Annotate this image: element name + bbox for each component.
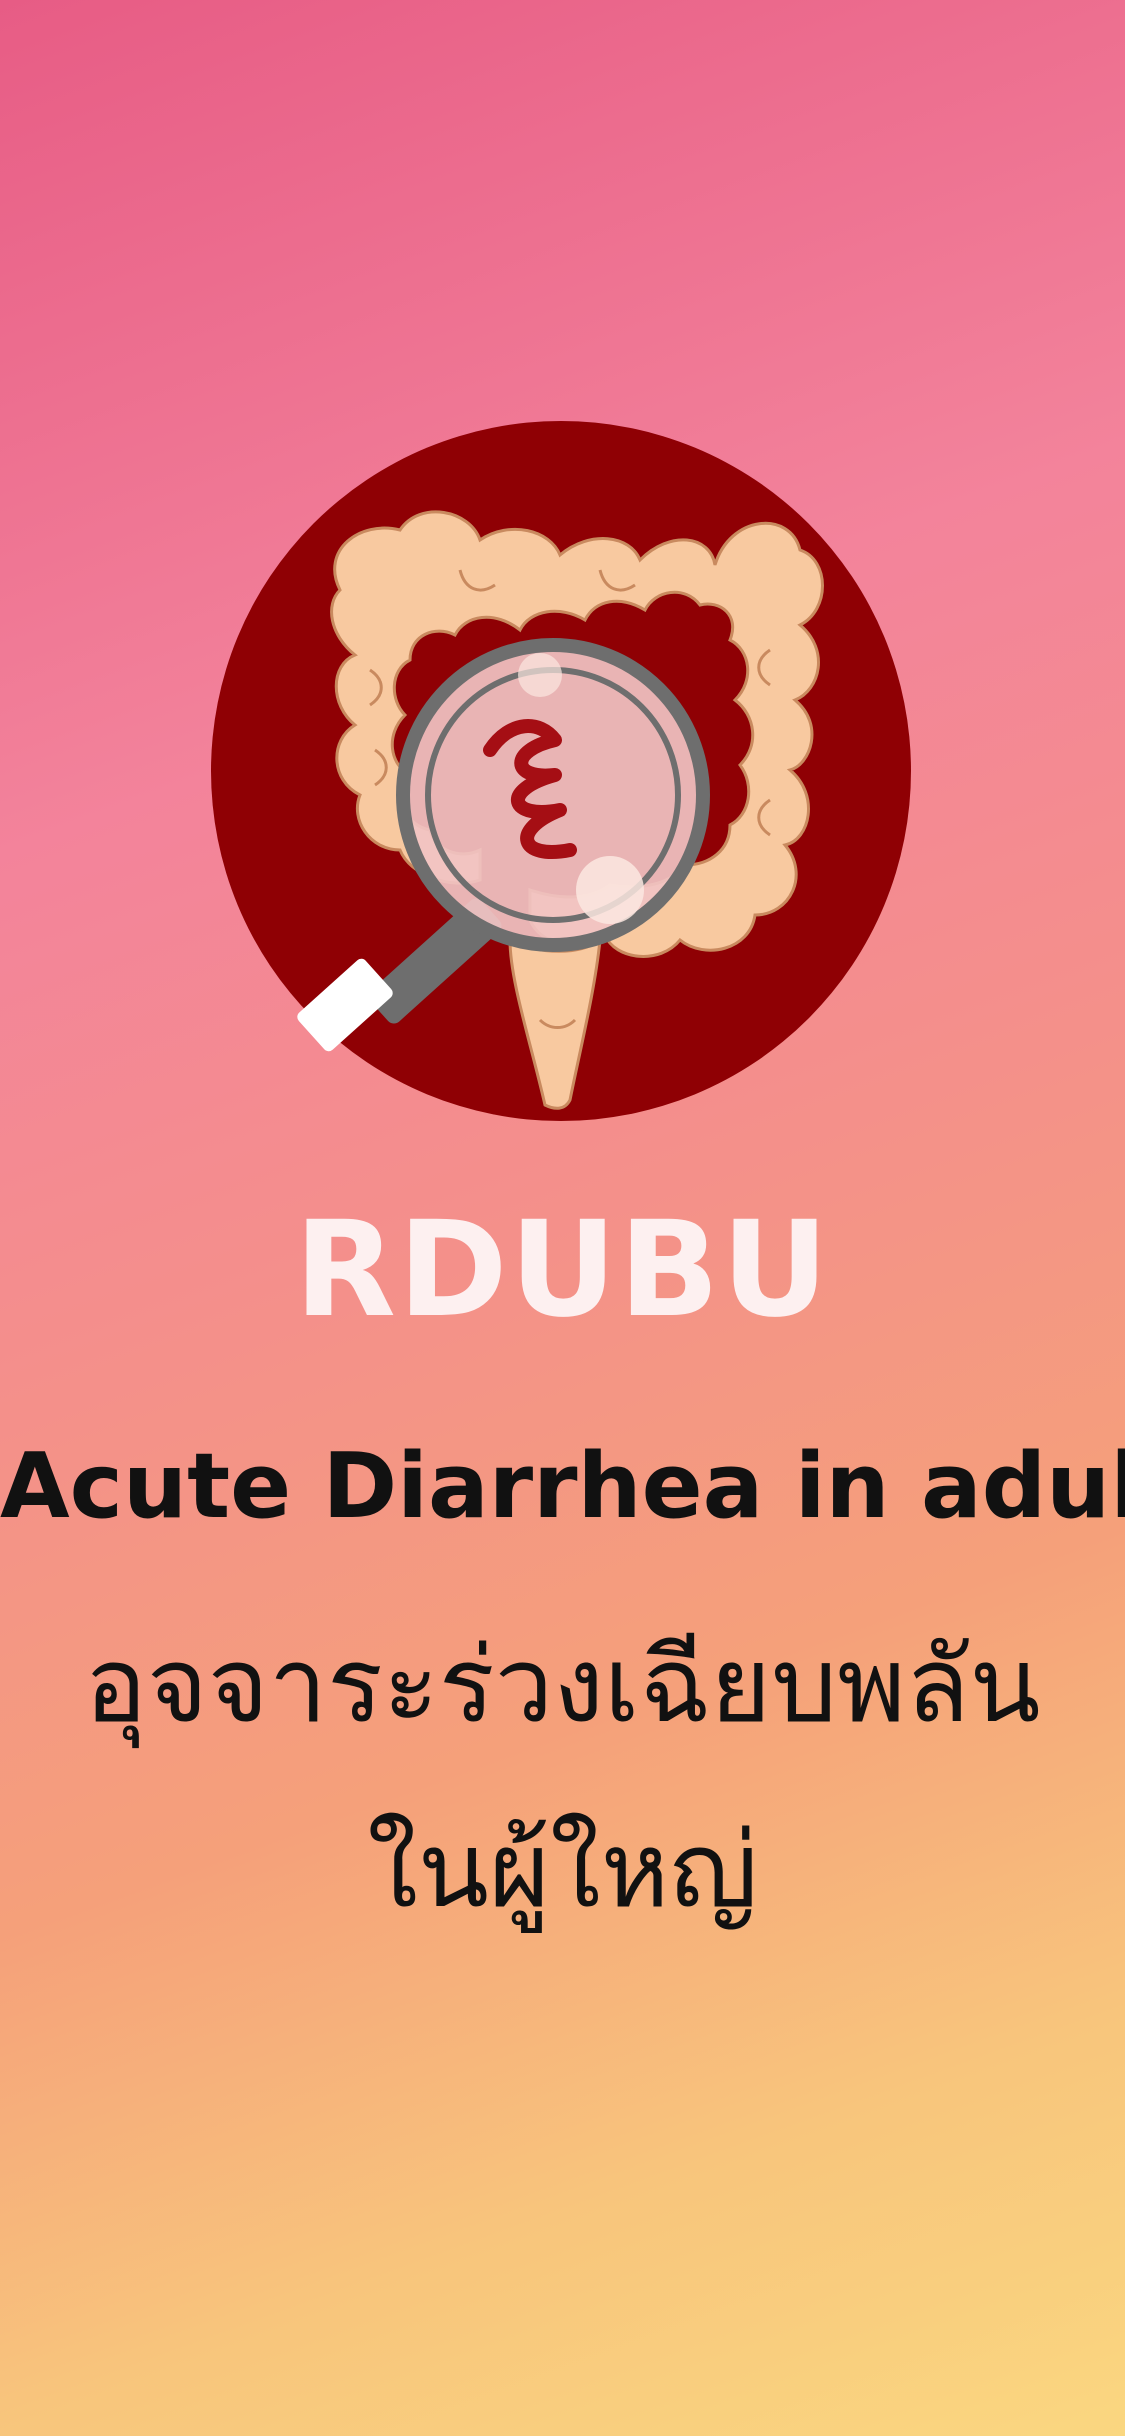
magnifier-lens [396, 638, 710, 952]
app-logo [210, 420, 912, 1122]
subtitle-english: Acute Diarrhea in adult [0, 1434, 1125, 1539]
subtitle-thai-line1: อุจจาระร่วงเฉียบพลัน [84, 1624, 1041, 1746]
app-name: RDUBU [294, 1193, 831, 1347]
subtitle-thai-line2: ในผู้ใหญ่ [367, 1809, 758, 1931]
intestine-magnifier-icon [211, 421, 911, 1121]
